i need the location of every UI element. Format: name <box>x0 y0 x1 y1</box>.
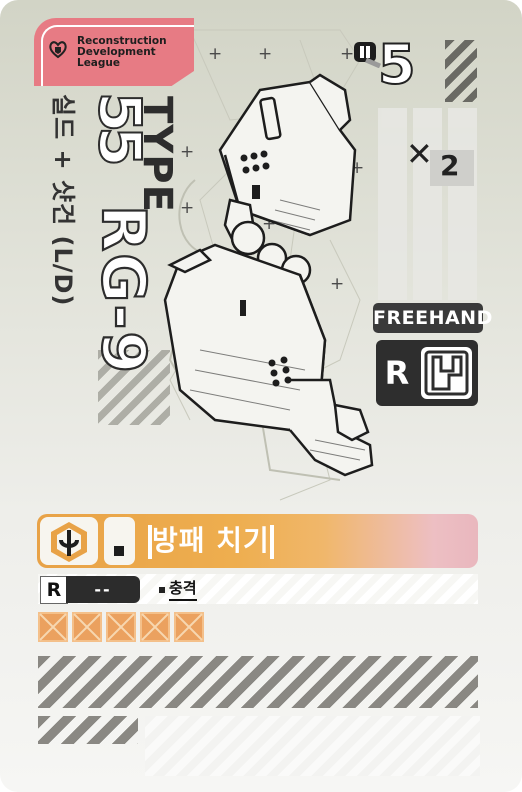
pip-row <box>38 612 204 642</box>
tag-bullet <box>159 587 165 593</box>
cost-stripes <box>445 40 477 102</box>
range-label: R <box>40 576 68 604</box>
empty-ability-slot-small <box>38 716 138 744</box>
ability-hex-icon <box>51 522 87 562</box>
league-logo-icon <box>49 41 67 59</box>
footer-pattern <box>145 716 480 776</box>
hand-type-badge: FREEHAND <box>373 303 492 333</box>
weapon-name: 실드 + 샷건 (L/D) <box>49 94 77 307</box>
pip-cross-icon <box>39 613 67 641</box>
slot-label: R <box>384 354 410 392</box>
range-value: -- <box>66 576 140 603</box>
pip-cross-icon <box>175 613 203 641</box>
weapon-card[interactable]: Reconstruction Development League 실드 + 샷… <box>0 0 522 792</box>
ability-cost-box <box>104 517 135 565</box>
multiplier-value: 2 <box>440 149 460 182</box>
pip <box>174 612 204 642</box>
pip <box>140 612 170 642</box>
pip-cross-icon <box>107 613 135 641</box>
ability-name: 방패 치기 <box>148 521 274 561</box>
empty-ability-slot <box>38 656 478 708</box>
weapon-artwork <box>163 73 374 477</box>
tag-impact[interactable]: 충격 <box>169 577 197 601</box>
energy-cost: 5 <box>377 33 417 96</box>
pip-cross-icon <box>73 613 101 641</box>
multiplier-x-icon: ✕ <box>406 135 433 173</box>
pip-cross-icon <box>141 613 169 641</box>
ability-cost-dot <box>114 546 124 556</box>
pip <box>106 612 136 642</box>
pip <box>72 612 102 642</box>
slot-shape-icon <box>421 347 472 399</box>
pip <box>38 612 68 642</box>
